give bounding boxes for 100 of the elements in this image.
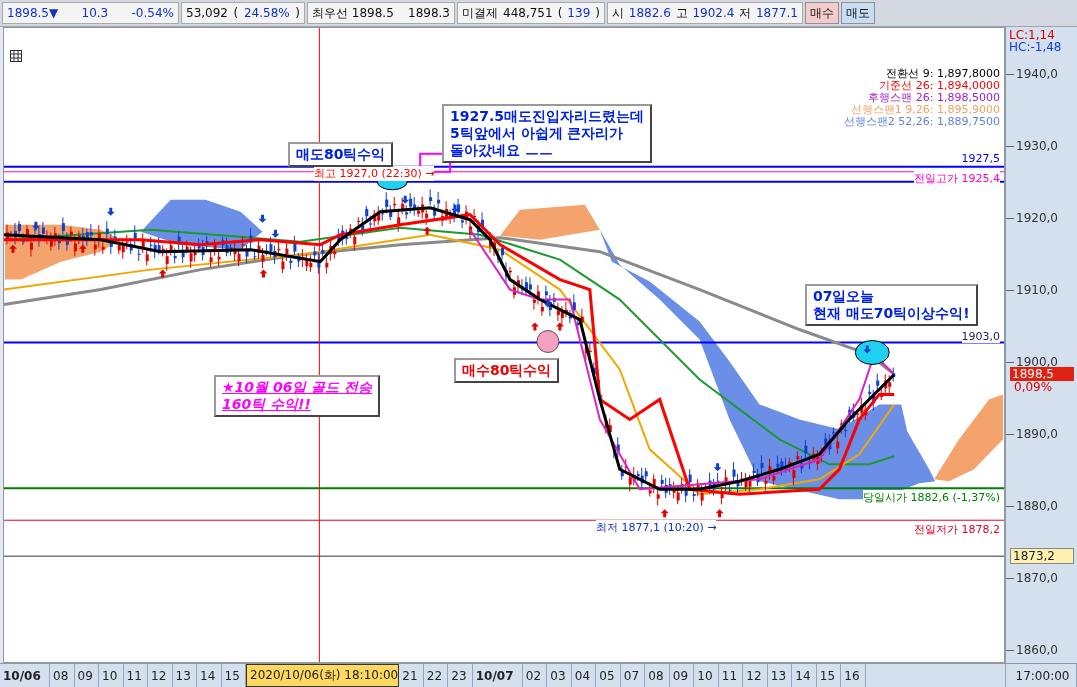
axis-tick-label: 1860,0 — [1016, 643, 1058, 657]
time-label: 03 — [547, 664, 572, 687]
quote-text: 24.58% — [243, 6, 290, 20]
axis-tick-label: 1870,0 — [1016, 571, 1058, 585]
time-label: 05 — [596, 664, 621, 687]
legend-entry: 기준선 26: 1,894,0000 — [879, 79, 1000, 93]
legend-entry: 후행스팬 26: 1,898,5000 — [868, 91, 1000, 105]
quote-text: ) — [595, 6, 600, 20]
time-label: 10 — [694, 664, 719, 687]
time-label: 14 — [197, 664, 222, 687]
quote-text: 최우선 1898.5 — [312, 4, 394, 22]
time-label: 2020/10/06(화) 18:10:00 — [246, 664, 400, 687]
time-label: 13 — [767, 664, 793, 687]
legend-entry: 선행스팬1 9,26: 1,895,9000 — [850, 103, 1000, 117]
time-label: 09 — [669, 664, 695, 687]
up-arrow-icon — [9, 244, 17, 253]
quote-text: ( — [233, 6, 239, 20]
time-label: 08 — [50, 664, 75, 687]
down-arrow-icon — [106, 207, 115, 216]
hc-indicator: HC:-1,48 — [1009, 40, 1062, 54]
price-label: 전일고가 1925,4 — [914, 171, 1000, 186]
legend-entry: 선행스팬2 52,26: 1,889,7500 — [843, 115, 1000, 129]
quote-text: 448,751 — [503, 6, 553, 20]
legend-entry: 전환선 9: 1,897,8000 — [886, 66, 1000, 81]
time-label: 10/07 — [472, 664, 523, 687]
time-label: 07 — [620, 664, 646, 687]
quote-text: -0.54% — [131, 6, 174, 20]
quote-text: 139 — [567, 6, 591, 20]
extreme-label: 최저 1877,1 (10:20) → — [596, 520, 717, 535]
up-arrow-icon — [715, 509, 724, 518]
time-label: 10/06 — [0, 664, 50, 687]
buy-button[interactable]: 매수 — [805, 2, 839, 24]
quote-text: 1877.1 — [756, 6, 798, 20]
annotation-note: 1927.5매도진입자리드렸는데 5틱앞에서 아쉽게 큰자리가 돌아갔네요 ㅡㅡ — [442, 104, 653, 163]
axis-tick-label: 1880,0 — [1016, 499, 1058, 513]
up-arrow-icon — [158, 269, 167, 278]
time-label: 02 — [522, 664, 548, 687]
quote-text: 53,092 — [186, 6, 228, 20]
quote-text: 시 — [612, 4, 624, 22]
down-arrow-icon — [543, 299, 552, 308]
down-arrow-icon — [451, 204, 460, 213]
price-label: 전일저가 1878,2 — [914, 522, 1000, 537]
time-label: 12 — [743, 664, 768, 687]
extreme-label: 최고 1927,0 (22:30) → — [314, 166, 435, 181]
time-label: 11 — [718, 664, 744, 687]
down-arrow-icon — [31, 221, 40, 230]
time-label: 14 — [792, 664, 817, 687]
down-arrow-icon — [713, 463, 722, 472]
up-arrow-icon — [78, 244, 87, 253]
annotation-note: 07일오늘 현재 매도70틱이상수익! — [805, 284, 978, 326]
up-arrow-icon — [423, 226, 432, 235]
change-percent: 0,09% — [1014, 380, 1053, 394]
axis-tick-label: 1940,0 — [1016, 67, 1058, 81]
quote-text: 저 — [739, 4, 752, 22]
time-label: 08 — [645, 664, 670, 687]
up-arrow-icon — [259, 269, 268, 278]
time-label: 11 — [123, 664, 148, 687]
time-label: 17:00:00 — [1005, 664, 1077, 687]
quote-text: 10.3 — [81, 6, 109, 20]
up-arrow-icon — [530, 322, 539, 331]
axis-tick-label: 1900,0 — [1016, 355, 1058, 369]
time-label: 13 — [172, 664, 197, 687]
marker-price-box: 1873,2 — [1010, 548, 1074, 564]
quote-text: 미결제 — [462, 4, 498, 22]
up-arrow-icon — [660, 509, 669, 518]
annotation-note: 매도80틱수익 — [288, 142, 394, 167]
time-label: 10 — [99, 664, 124, 687]
quote-text: 1898.5▼ — [7, 6, 59, 20]
highlight-ellipse — [854, 340, 890, 365]
highlight-circle — [536, 330, 560, 353]
grid-icon[interactable] — [10, 50, 22, 62]
quote-text: ( — [557, 6, 563, 20]
time-label: 23 — [448, 664, 473, 687]
time-label: 09 — [74, 664, 99, 687]
down-arrow-icon — [401, 195, 410, 204]
time-label: 15 — [816, 664, 842, 687]
sell-button[interactable]: 매도 — [841, 2, 875, 24]
up-arrow-icon — [555, 322, 564, 331]
time-label: 04 — [571, 664, 597, 687]
price-label: 당일시가 1882,6 (-1,37%) — [863, 490, 1000, 505]
annotation-note: ★10월 06일 골드 전승 160틱 수익!! — [214, 375, 381, 417]
time-label: 12 — [148, 664, 173, 687]
axis-tick-label: 1890,0 — [1016, 427, 1058, 441]
quote-text: 1898.3 — [408, 6, 450, 20]
axis-tick-label: 1910,0 — [1016, 283, 1058, 297]
quote-text: 고 — [675, 4, 688, 22]
annotation-note: 매수80틱수익 — [454, 358, 560, 383]
time-label: 22 — [423, 664, 449, 687]
quote-text: ) — [295, 6, 300, 20]
time-label: 21 — [399, 664, 424, 687]
quote-text: 1882.6 — [628, 6, 671, 20]
current-price-box: 1898,5 — [1010, 367, 1074, 381]
axis-tick-label: 1930,0 — [1016, 139, 1058, 153]
price-label: 1927,5 — [961, 152, 1000, 165]
quote-text: 1902.4 — [692, 6, 735, 20]
price-label: 1903,0 — [961, 330, 1000, 343]
time-label: 16 — [841, 664, 866, 687]
lc-indicator: LC:1,14 — [1009, 28, 1055, 42]
down-arrow-icon — [863, 345, 872, 354]
axis-tick-label: 1920,0 — [1016, 211, 1058, 225]
